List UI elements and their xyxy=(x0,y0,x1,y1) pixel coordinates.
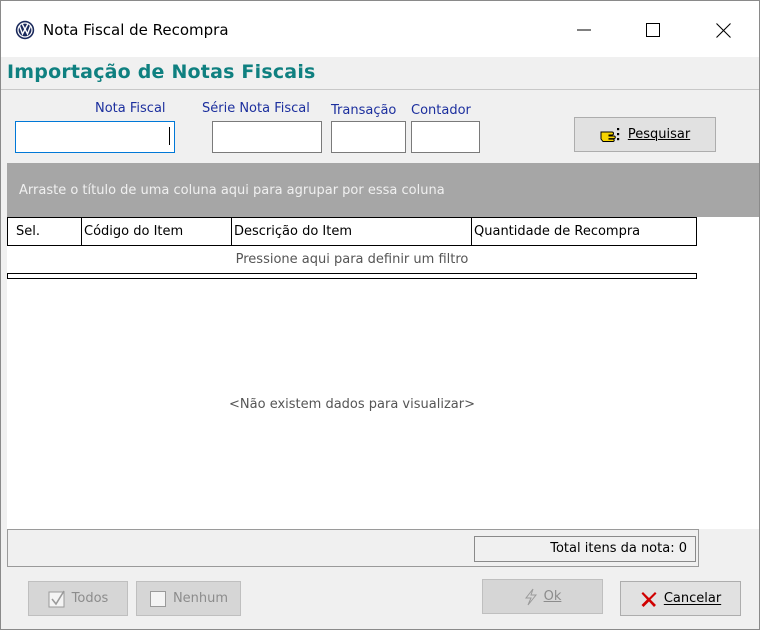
empty-box-icon xyxy=(149,590,166,607)
group-by-panel[interactable]: Arraste o título de uma coluna aqui para… xyxy=(7,163,759,217)
column-header-descricao[interactable]: Descrição do Item xyxy=(232,218,472,245)
pesquisar-button[interactable]: Pesquisar xyxy=(574,117,716,152)
empty-grid-message: <Não existem dados para visualizar> xyxy=(229,397,475,412)
minimize-icon xyxy=(577,29,591,31)
pointing-hand-icon xyxy=(600,127,620,142)
text-caret xyxy=(169,127,170,145)
transacao-label: Transação xyxy=(331,103,397,118)
filter-row-divider xyxy=(7,273,697,279)
summary-footer: Total itens da nota: 0 xyxy=(7,529,699,567)
ok-button[interactable]: Ok xyxy=(482,579,603,614)
page-title: Importação de Notas Fiscais xyxy=(7,61,316,83)
nota-fiscal-label: Nota Fiscal xyxy=(95,101,166,116)
filter-row[interactable]: Pressione aqui para definir um filtro xyxy=(7,247,697,273)
minimize-button[interactable] xyxy=(561,11,607,49)
column-header-sel[interactable]: Sel. xyxy=(8,218,82,245)
cancelar-button[interactable]: Cancelar xyxy=(620,581,741,616)
window-title: Nota Fiscal de Recompra xyxy=(43,21,229,39)
nenhum-label: Nenhum xyxy=(172,591,229,606)
maximize-icon xyxy=(646,23,660,37)
total-items-display: Total itens da nota: 0 xyxy=(474,536,696,562)
maximize-button[interactable] xyxy=(630,11,676,49)
cancelar-label: Cancelar xyxy=(663,591,722,606)
group-by-hint: Arraste o título de uma coluna aqui para… xyxy=(19,183,445,198)
ok-label: Ok xyxy=(543,589,562,604)
dialog-window: Nota Fiscal de Recompra Importação de No… xyxy=(0,0,760,630)
contador-input[interactable] xyxy=(411,121,480,153)
close-icon xyxy=(715,22,731,38)
close-button[interactable] xyxy=(700,11,746,49)
lightning-icon xyxy=(524,588,537,605)
title-bar[interactable]: Nota Fiscal de Recompra xyxy=(1,1,759,57)
contador-label: Contador xyxy=(411,103,471,118)
column-header-quantidade[interactable]: Quantidade de Recompra xyxy=(472,218,696,245)
transacao-input[interactable] xyxy=(331,121,406,153)
todos-button[interactable]: Todos xyxy=(28,581,128,616)
pesquisar-label: Pesquisar xyxy=(627,127,691,142)
vw-logo-icon xyxy=(15,20,35,40)
nenhum-button[interactable]: Nenhum xyxy=(136,581,241,616)
todos-label: Todos xyxy=(71,591,109,606)
serie-input[interactable] xyxy=(212,121,322,153)
column-header-codigo[interactable]: Código do Item xyxy=(82,218,232,245)
grid-header: Sel. Código do Item Descrição do Item Qu… xyxy=(7,217,697,246)
nota-fiscal-input[interactable] xyxy=(15,121,175,153)
checked-box-icon xyxy=(48,590,65,607)
items-grid: Sel. Código do Item Descrição do Item Qu… xyxy=(7,217,759,529)
serie-label: Série Nota Fiscal xyxy=(202,101,310,116)
red-x-icon xyxy=(641,591,657,607)
header-divider xyxy=(1,89,759,90)
